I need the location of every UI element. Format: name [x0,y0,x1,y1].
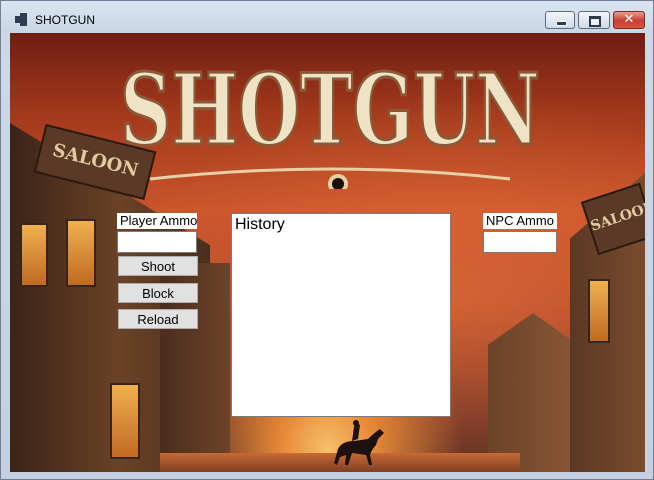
player-ammo-field[interactable] [117,231,197,253]
background-image: SALOON SALOON SHOTGUN Player Ammo Shoot … [10,33,645,472]
reload-button[interactable]: Reload [118,309,198,329]
shoot-button[interactable]: Shoot [118,256,198,276]
minimize-button[interactable] [545,11,575,29]
app-window: SHOTGUN ✕ SALOON SALOON SHOTGUN Player A… [0,0,654,480]
maximize-button[interactable] [578,11,610,29]
history-title: History [235,216,285,233]
app-icon [15,13,27,26]
minimize-icon [546,12,574,28]
building-right-back [488,313,578,472]
building-window [110,383,140,459]
close-button[interactable]: ✕ [613,11,645,29]
title-bar[interactable]: SHOTGUN ✕ [1,1,653,33]
close-icon: ✕ [623,12,635,27]
building-window [20,223,48,287]
building-window [66,219,96,287]
maximize-icon [579,12,609,28]
npc-ammo-field[interactable] [483,231,557,253]
shotgun-logo: SHOTGUN [119,52,542,189]
npc-ammo-label: NPC Ammo [483,213,557,229]
player-ammo-label: Player Ammo [117,213,197,229]
window-title: SHOTGUN [35,13,95,27]
logo-text: SHOTGUN [120,53,540,168]
building-window [588,279,610,343]
history-box[interactable]: History [231,213,451,417]
block-button[interactable]: Block [118,283,198,303]
horse-rider-silhouette [334,420,384,465]
